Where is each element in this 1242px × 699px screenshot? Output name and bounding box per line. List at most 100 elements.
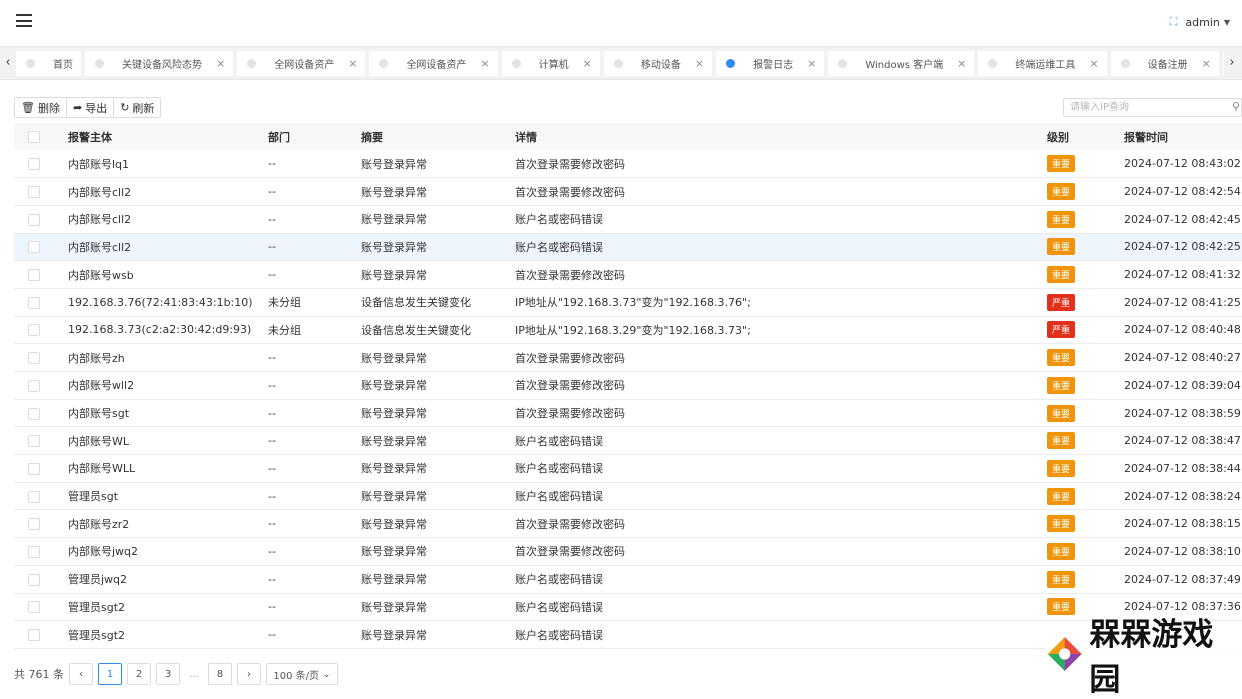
row-checkbox[interactable] (28, 629, 40, 642)
table-row[interactable]: 管理员sgt2 -- 账号登录异常 账户名或密码错误 重要 2024-07-12 08:3… (14, 593, 1242, 621)
cell-summary: 账号登录异常 (361, 379, 427, 393)
table-row[interactable]: 192.168.3.76(72:41:83:43:1b:10) 未分组 设备信息发生… (14, 288, 1242, 317)
row-checkbox[interactable] (28, 296, 40, 309)
page-size-select[interactable]: 100 条/页 ⌄ (266, 663, 338, 685)
tab-item[interactable]: 设备注册 × (1110, 51, 1219, 76)
cell-summary: 账号登录异常 (361, 545, 427, 559)
tab-item[interactable]: 全网设备资产 × (237, 51, 366, 76)
page-button[interactable]: 3 (156, 663, 180, 685)
cell-level: 重要 (1047, 482, 1124, 510)
close-icon[interactable]: × (1202, 57, 1211, 70)
tab-item[interactable]: 计算机 × (501, 51, 600, 76)
cell-dept: -- (268, 544, 276, 558)
tab-item[interactable]: 首页 (16, 51, 81, 76)
table-row[interactable]: 内部账号wll2 -- 账号登录异常 首次登录需要修改密码 重要 2024-07-12 0… (14, 372, 1242, 400)
tab-item[interactable]: 终端运维工具 × (978, 51, 1107, 76)
header-dept[interactable]: 部门 (268, 123, 361, 150)
close-icon[interactable]: × (1089, 57, 1098, 70)
cell-level: 严重 (1047, 316, 1124, 344)
close-icon[interactable]: × (957, 57, 966, 70)
table-row[interactable]: 管理员sgt -- 账号登录异常 账户名或密码错误 重要 2024-07-12 08:38… (14, 482, 1242, 510)
row-checkbox[interactable] (28, 379, 40, 392)
header-time[interactable]: 报警时间 (1124, 123, 1242, 150)
cell-detail: 账户名或密码错误 (515, 490, 603, 504)
table-row[interactable]: 内部账号cll2 -- 账号登录异常 首次登录需要修改密码 重要 2024-07-12 0… (14, 178, 1242, 206)
tab-item[interactable]: 移动设备 × (603, 51, 713, 76)
row-checkbox[interactable] (28, 435, 40, 448)
prev-page-button[interactable]: ‹ (69, 663, 93, 685)
tab-label: 计算机 (538, 60, 569, 71)
search-icon[interactable]: ⚲ (1232, 100, 1240, 113)
cell-time: 2024-07-12 08:40:27 (1124, 351, 1241, 365)
header-summary[interactable]: 摘要 (361, 123, 515, 150)
row-checkbox[interactable] (28, 352, 40, 365)
row-checkbox[interactable] (28, 213, 40, 226)
level-badge: 严重 (1047, 321, 1076, 339)
table-row[interactable]: 内部账号WL -- 账号登录异常 账户名或密码错误 重要 2024-07-12 08:38… (14, 427, 1242, 455)
table-row[interactable]: 内部账号wsb -- 账号登录异常 首次登录需要修改密码 重要 2024-07-12 08… (14, 261, 1242, 289)
table-row[interactable]: 内部账号jwq2 -- 账号登录异常 首次登录需要修改密码 重要 2024-07-12 0… (14, 538, 1242, 566)
cell-summary: 账号登录异常 (361, 268, 427, 282)
tab-status-dot (613, 59, 623, 68)
header-subject[interactable]: 报警主体 (68, 123, 268, 150)
row-checkbox[interactable] (28, 518, 40, 531)
user-menu[interactable]: ⛶ admin ▼ (1170, 15, 1230, 29)
table-row[interactable]: 内部账号cll2 -- 账号登录异常 账户名或密码错误 重要 2024-07-12 08:… (14, 233, 1242, 261)
cell-subject: 内部账号sgt (68, 407, 130, 421)
close-icon[interactable]: × (583, 57, 592, 70)
row-checkbox[interactable] (28, 186, 40, 199)
close-icon[interactable]: × (348, 57, 357, 70)
cell-level: 重要 (1047, 372, 1124, 400)
page-button[interactable]: 1 (98, 663, 122, 685)
tab-item[interactable]: Windows 客户端 × (828, 51, 975, 76)
tabs-scroll-right-icon[interactable]: › (1224, 53, 1240, 73)
cell-dept: -- (268, 628, 276, 642)
header-level[interactable]: 级别 (1047, 123, 1124, 150)
table-row[interactable]: 内部账号cll2 -- 账号登录异常 账户名或密码错误 重要 2024-07-12 08:… (14, 205, 1242, 234)
table-row[interactable]: 内部账号zr2 -- 账号登录异常 首次登录需要修改密码 重要 2024-07-12 08… (14, 510, 1242, 538)
table-row[interactable]: 内部账号sgt -- 账号登录异常 首次登录需要修改密码 重要 2024-07-12 08… (14, 399, 1242, 427)
tabs-scroll-left-icon[interactable]: ‹ (0, 53, 16, 73)
table-row[interactable]: 内部账号zh -- 账号登录异常 首次登录需要修改密码 重要 2024-07-12 08:… (14, 344, 1242, 372)
refresh-button[interactable]: ↻ 刷新 (114, 98, 161, 117)
select-all-checkbox[interactable] (28, 131, 40, 143)
export-button[interactable]: ➦ 导出 (66, 98, 115, 117)
tab-label: 全网设备资产 (406, 60, 467, 71)
close-icon[interactable]: × (807, 57, 816, 70)
row-checkbox[interactable] (28, 407, 40, 420)
page-button[interactable]: 2 (127, 663, 151, 685)
cell-summary: 账号登录异常 (361, 185, 427, 199)
row-checkbox[interactable] (28, 490, 40, 503)
page-button[interactable]: 8 (208, 663, 232, 685)
row-checkbox[interactable] (28, 462, 40, 475)
level-badge: 重要 (1047, 542, 1076, 560)
table-row[interactable]: 192.168.3.73(c2:a2:30:42:d9:93) 未分组 设备信息发生… (14, 316, 1242, 344)
cell-dept: -- (268, 434, 276, 448)
delete-button[interactable]: 🗑 删除 (15, 98, 67, 117)
table-row[interactable]: 内部账号WLL -- 账号登录异常 账户名或密码错误 重要 2024-07-12 08:3… (14, 455, 1242, 483)
cell-level: 重要 (1047, 510, 1124, 538)
tab-item[interactable]: 报警日志 × (716, 51, 825, 76)
row-checkbox[interactable] (28, 573, 40, 586)
table-row[interactable]: 内部账号lq1 -- 账号登录异常 首次登录需要修改密码 重要 2024-07-12 08… (14, 150, 1242, 178)
row-checkbox[interactable] (28, 545, 40, 558)
cell-level: 重要 (1047, 205, 1124, 233)
row-checkbox[interactable] (28, 601, 40, 614)
share-icon: ➦ (72, 101, 83, 114)
table-row[interactable]: 管理员jwq2 -- 账号登录异常 账户名或密码错误 重要 2024-07-12 08:3… (14, 565, 1242, 593)
row-checkbox[interactable] (28, 158, 40, 171)
tab-item[interactable]: 全网设备资产 × (369, 51, 498, 76)
header-detail[interactable]: 详情 (515, 123, 1047, 150)
row-checkbox[interactable] (28, 269, 40, 282)
close-icon[interactable]: × (480, 57, 489, 70)
next-page-button[interactable]: › (237, 663, 261, 685)
row-checkbox[interactable] (28, 241, 40, 254)
close-icon[interactable]: × (216, 57, 225, 70)
menu-toggle-icon[interactable] (16, 14, 32, 27)
cell-time: 2024-07-12 08:37:49 (1124, 572, 1241, 586)
tab-item[interactable]: 关键设备风险态势 × (85, 51, 234, 76)
close-icon[interactable]: × (695, 57, 704, 70)
row-checkbox[interactable] (28, 324, 40, 337)
fullscreen-icon[interactable]: ⛶ (1170, 15, 1178, 29)
ip-search-input[interactable] (1063, 98, 1242, 117)
